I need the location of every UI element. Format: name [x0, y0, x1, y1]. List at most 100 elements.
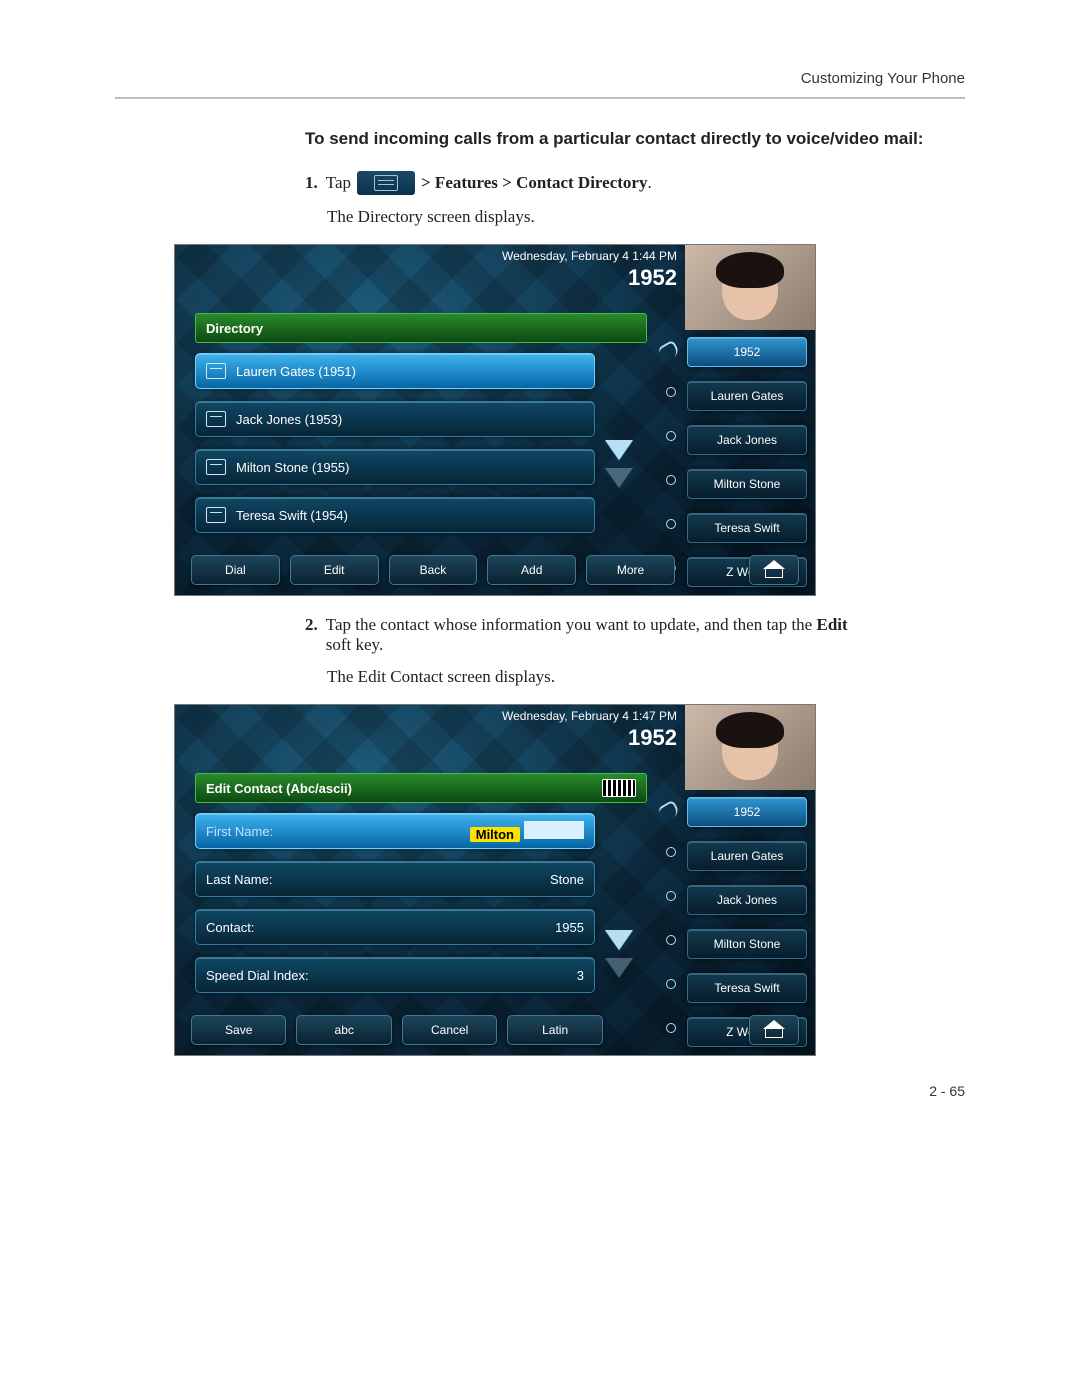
field-last-name[interactable]: Last Name: Stone — [195, 861, 595, 897]
contact-name: Teresa Swift (1954) — [236, 508, 348, 523]
step-2-edit: Edit — [816, 615, 847, 634]
line-key-label: 1952 — [734, 345, 761, 359]
line-key[interactable]: Lauren Gates — [687, 841, 807, 871]
person-icon — [660, 891, 680, 909]
contact-card-icon — [206, 411, 226, 427]
person-icon — [660, 935, 680, 953]
line-key-label: Milton Stone — [714, 937, 781, 951]
contact-name: Jack Jones (1953) — [236, 412, 342, 427]
contact-card-icon — [206, 459, 226, 475]
step-2: 2. Tap the contact whose information you… — [305, 615, 965, 655]
chevron-down-icon[interactable] — [605, 930, 633, 950]
line-key-label: 1952 — [734, 805, 761, 819]
contact-card-icon — [206, 363, 226, 379]
line-key-label: Jack Jones — [717, 433, 777, 447]
step-1-period: . — [647, 173, 651, 193]
step-2-text-b: soft key. — [326, 635, 383, 654]
home-button[interactable] — [749, 1015, 799, 1045]
handset-icon — [660, 343, 680, 361]
line-key[interactable]: Milton Stone — [687, 469, 807, 499]
line-key[interactable]: Teresa Swift — [687, 973, 807, 1003]
home-icon — [765, 562, 783, 578]
line-key[interactable]: 1952 — [687, 797, 807, 827]
line-key-label: Teresa Swift — [714, 981, 779, 995]
field-label: Last Name: — [206, 872, 272, 887]
task-heading: To send incoming calls from a particular… — [305, 129, 965, 149]
softkey-abc[interactable]: abc — [296, 1015, 391, 1045]
line-number: 1952 — [502, 725, 677, 751]
list-item[interactable]: Jack Jones (1953) — [195, 401, 595, 437]
chevron-down-icon[interactable] — [605, 958, 633, 978]
softkey-bar: Save abc Cancel Latin — [191, 1015, 799, 1045]
scroll-arrows[interactable] — [605, 440, 633, 488]
field-first-name[interactable]: First Name: Milton — [195, 813, 595, 849]
person-icon — [660, 431, 680, 449]
scroll-arrows[interactable] — [605, 930, 633, 978]
line-key-label: Lauren Gates — [711, 849, 784, 863]
step-1: 1. Tap > Features > Contact Directory . — [305, 171, 965, 195]
line-key[interactable]: 1952 — [687, 337, 807, 367]
chevron-down-icon[interactable] — [605, 468, 633, 488]
keyboard-icon[interactable] — [602, 779, 636, 797]
step-1-tap: Tap — [326, 173, 351, 193]
line-key[interactable]: Jack Jones — [687, 885, 807, 915]
status-bar: Wednesday, February 4 1:47 PM 1952 — [502, 709, 677, 751]
contact-card-icon — [206, 507, 226, 523]
list-item[interactable]: Milton Stone (1955) — [195, 449, 595, 485]
text-cursor — [524, 821, 584, 839]
field-contact[interactable]: Contact: 1955 — [195, 909, 595, 945]
home-button[interactable] — [749, 555, 799, 585]
field-value: 1955 — [555, 920, 584, 935]
softkey-bar: Dial Edit Back Add More — [191, 555, 799, 585]
field-value: Stone — [550, 872, 584, 887]
softkey-add[interactable]: Add — [487, 555, 576, 585]
avatar — [685, 245, 815, 330]
home-icon — [765, 1022, 783, 1038]
line-key-label: Jack Jones — [717, 893, 777, 907]
softkey-save[interactable]: Save — [191, 1015, 286, 1045]
avatar — [685, 705, 815, 790]
step-1-number: 1. — [305, 173, 318, 193]
line-key[interactable]: Milton Stone — [687, 929, 807, 959]
line-key-label: Lauren Gates — [711, 389, 784, 403]
field-list: First Name: Milton Last Name: Stone Cont… — [195, 813, 595, 1005]
line-key[interactable]: Jack Jones — [687, 425, 807, 455]
step-2-text-a: Tap the contact whose information you wa… — [326, 615, 817, 634]
chevron-down-icon[interactable] — [605, 440, 633, 460]
step-1-path: > Features > Contact Directory — [421, 173, 647, 193]
contact-name: Milton Stone (1955) — [236, 460, 349, 475]
field-label: Speed Dial Index: — [206, 968, 309, 983]
contact-list: Lauren Gates (1951) Jack Jones (1953) Mi… — [195, 353, 595, 545]
field-value[interactable]: Milton — [470, 827, 520, 842]
line-number: 1952 — [502, 265, 677, 291]
field-value: 3 — [577, 968, 584, 983]
edit-title: Edit Contact (Abc/ascii) — [206, 781, 352, 796]
line-key[interactable]: Lauren Gates — [687, 381, 807, 411]
field-speed-dial[interactable]: Speed Dial Index: 3 — [195, 957, 595, 993]
person-icon — [660, 847, 680, 865]
softkey-dial[interactable]: Dial — [191, 555, 280, 585]
line-key-label: Milton Stone — [714, 477, 781, 491]
list-item[interactable]: Teresa Swift (1954) — [195, 497, 595, 533]
header-divider — [115, 97, 965, 99]
list-item[interactable]: Lauren Gates (1951) — [195, 353, 595, 389]
step-2-result: The Edit Contact screen displays. — [327, 667, 965, 687]
edit-contact-screenshot: Wednesday, February 4 1:47 PM 1952 Edit … — [175, 705, 815, 1055]
softkey-cancel[interactable]: Cancel — [402, 1015, 497, 1045]
line-key[interactable]: Teresa Swift — [687, 513, 807, 543]
softkey-edit[interactable]: Edit — [290, 555, 379, 585]
person-icon — [660, 475, 680, 493]
directory-title-bar: Directory — [195, 313, 647, 343]
page-header-section: Customizing Your Phone — [115, 70, 965, 87]
directory-screenshot: Wednesday, February 4 1:44 PM 1952 Direc… — [175, 245, 815, 595]
person-icon — [660, 979, 680, 997]
step-2-number: 2. — [305, 615, 318, 635]
softkey-more[interactable]: More — [586, 555, 675, 585]
softkey-back[interactable]: Back — [389, 555, 478, 585]
softkey-latin[interactable]: Latin — [507, 1015, 602, 1045]
status-bar: Wednesday, February 4 1:44 PM 1952 — [502, 249, 677, 291]
edit-title-bar: Edit Contact (Abc/ascii) — [195, 773, 647, 803]
status-datetime: Wednesday, February 4 1:44 PM — [502, 249, 677, 263]
page-number: 2 - 65 — [115, 1083, 965, 1099]
step-1-result: The Directory screen displays. — [327, 207, 965, 227]
